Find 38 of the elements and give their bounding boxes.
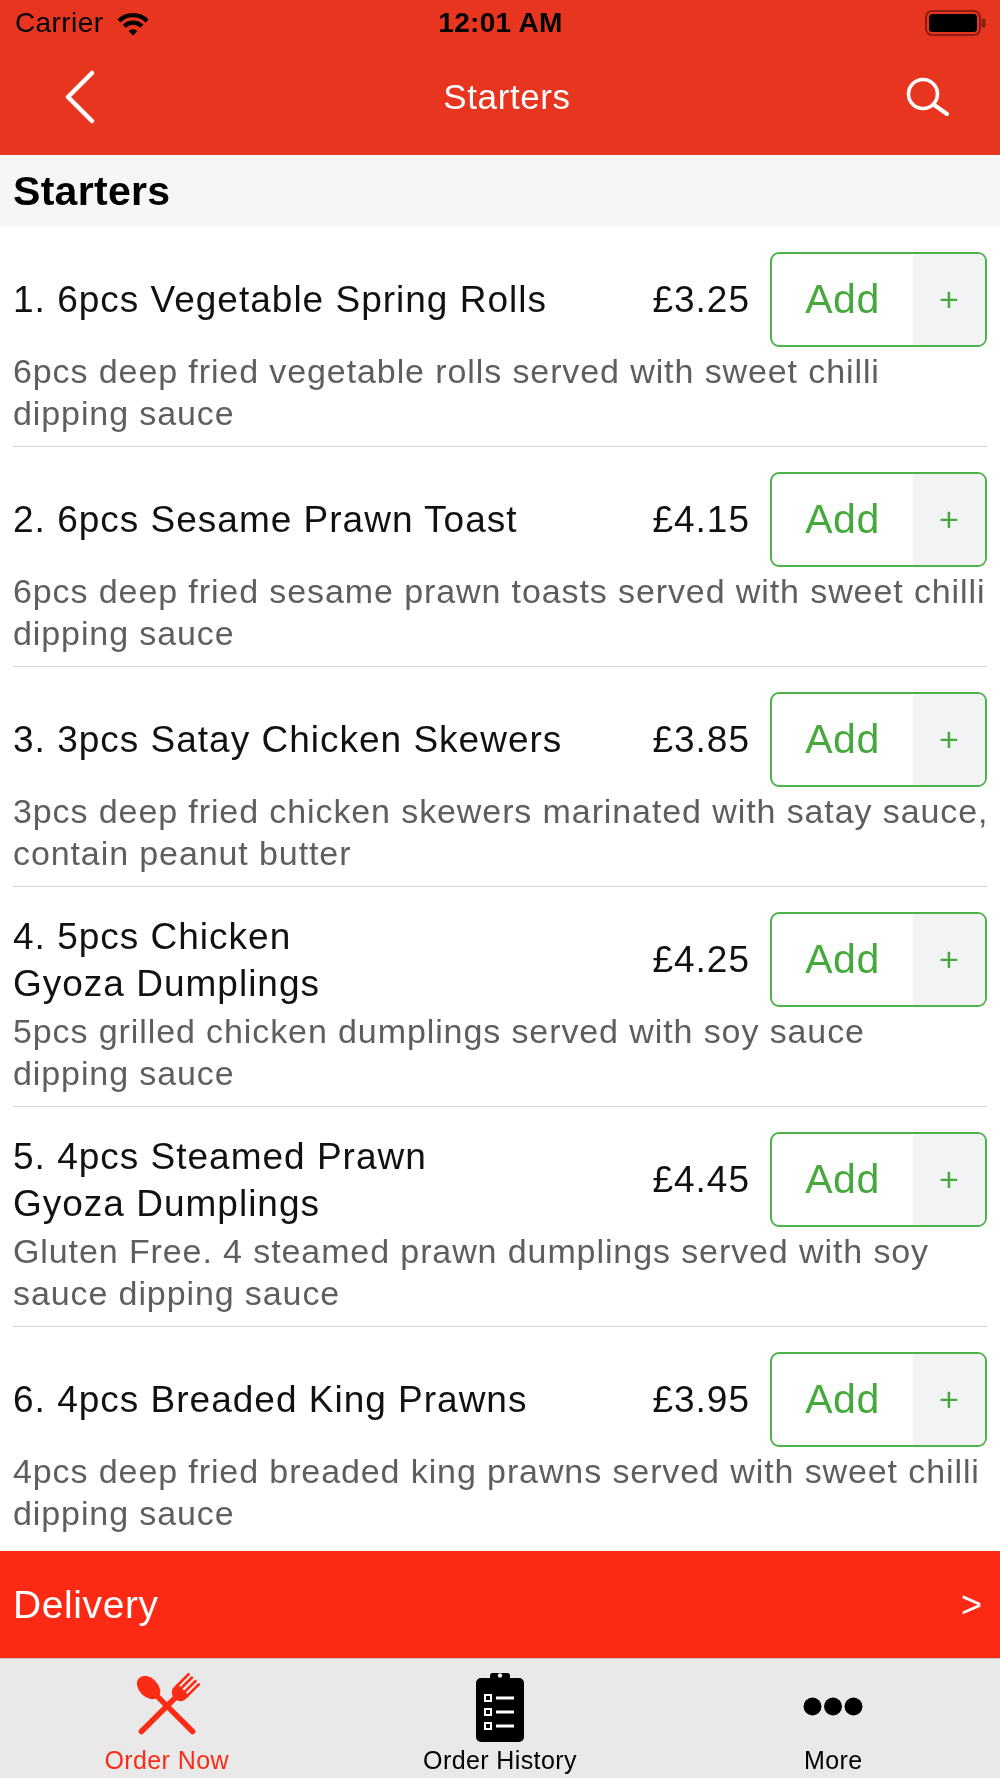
item-price: £3.25 bbox=[652, 278, 750, 321]
item-name: 1. 6pcs Vegetable Spring Rolls bbox=[13, 278, 548, 322]
carrier-name: Carrier bbox=[15, 7, 104, 39]
item-name: 2. 6pcs Sesame Prawn Toast bbox=[13, 498, 519, 542]
item-description: 3pcs deep fried chicken skewers marinated with satay sauce, contain peanut butter bbox=[13, 791, 990, 874]
tab-bar-item[interactable]: More bbox=[803, 1659, 864, 1778]
add-button[interactable]: Add + bbox=[770, 1132, 987, 1227]
item-price: £4.45 bbox=[652, 1158, 750, 1201]
tab-bar-item[interactable]: Order History bbox=[423, 1659, 577, 1778]
item-name: 3. 3pcs Satay Chicken Skewers bbox=[13, 718, 564, 762]
item-description: 5pcs grilled chicken dumplings served with soy sauce dipping sauce bbox=[13, 1011, 866, 1094]
add-button[interactable]: Add + bbox=[770, 252, 987, 347]
item-price: £3.95 bbox=[652, 1378, 750, 1421]
ellipsis-icon bbox=[803, 1696, 864, 1716]
add-button[interactable]: Add + bbox=[770, 472, 987, 567]
item-price: £4.25 bbox=[652, 938, 750, 981]
item-description: 6pcs deep fried vegetable rolls served with sweet chilli dipping sauce bbox=[13, 351, 881, 434]
add-button[interactable]: Add + bbox=[770, 1352, 987, 1447]
clock-time: 12:01 AM bbox=[438, 7, 563, 39]
item-price: £4.15 bbox=[652, 498, 750, 541]
item-description: 4pcs deep fried breaded king prawns served with sweet chilli dipping sauce bbox=[13, 1451, 981, 1534]
clipboard-icon bbox=[476, 1670, 524, 1742]
item-price: £3.85 bbox=[652, 718, 750, 761]
back-icon[interactable] bbox=[64, 69, 95, 124]
add-button[interactable]: Add + bbox=[770, 912, 987, 1007]
item-description: Gluten Free. 4 steamed prawn dumplings served with soy sauce dipping sauce bbox=[13, 1231, 930, 1314]
wifi-icon bbox=[116, 10, 151, 36]
delivery-button[interactable]: Delivery > bbox=[0, 1551, 1000, 1658]
search-icon[interactable] bbox=[906, 77, 950, 116]
tab-bar-item[interactable]: Order Now bbox=[104, 1659, 229, 1778]
battery-icon bbox=[925, 10, 986, 36]
add-button[interactable]: Add + bbox=[770, 692, 987, 787]
item-name: 4. 5pcs Chicken Gyoza Dumplings bbox=[13, 914, 321, 1006]
item-description: 6pcs deep fried sesame prawn toasts served with sweet chilli dipping sauce bbox=[13, 571, 987, 654]
item-name: 5. 4pcs Steamed Prawn Gyoza Dumplings bbox=[13, 1134, 428, 1226]
section-header: Starters bbox=[0, 155, 1000, 227]
item-name: 6. 4pcs Breaded King Prawns bbox=[13, 1378, 529, 1422]
nav-title: Starters bbox=[443, 76, 571, 117]
